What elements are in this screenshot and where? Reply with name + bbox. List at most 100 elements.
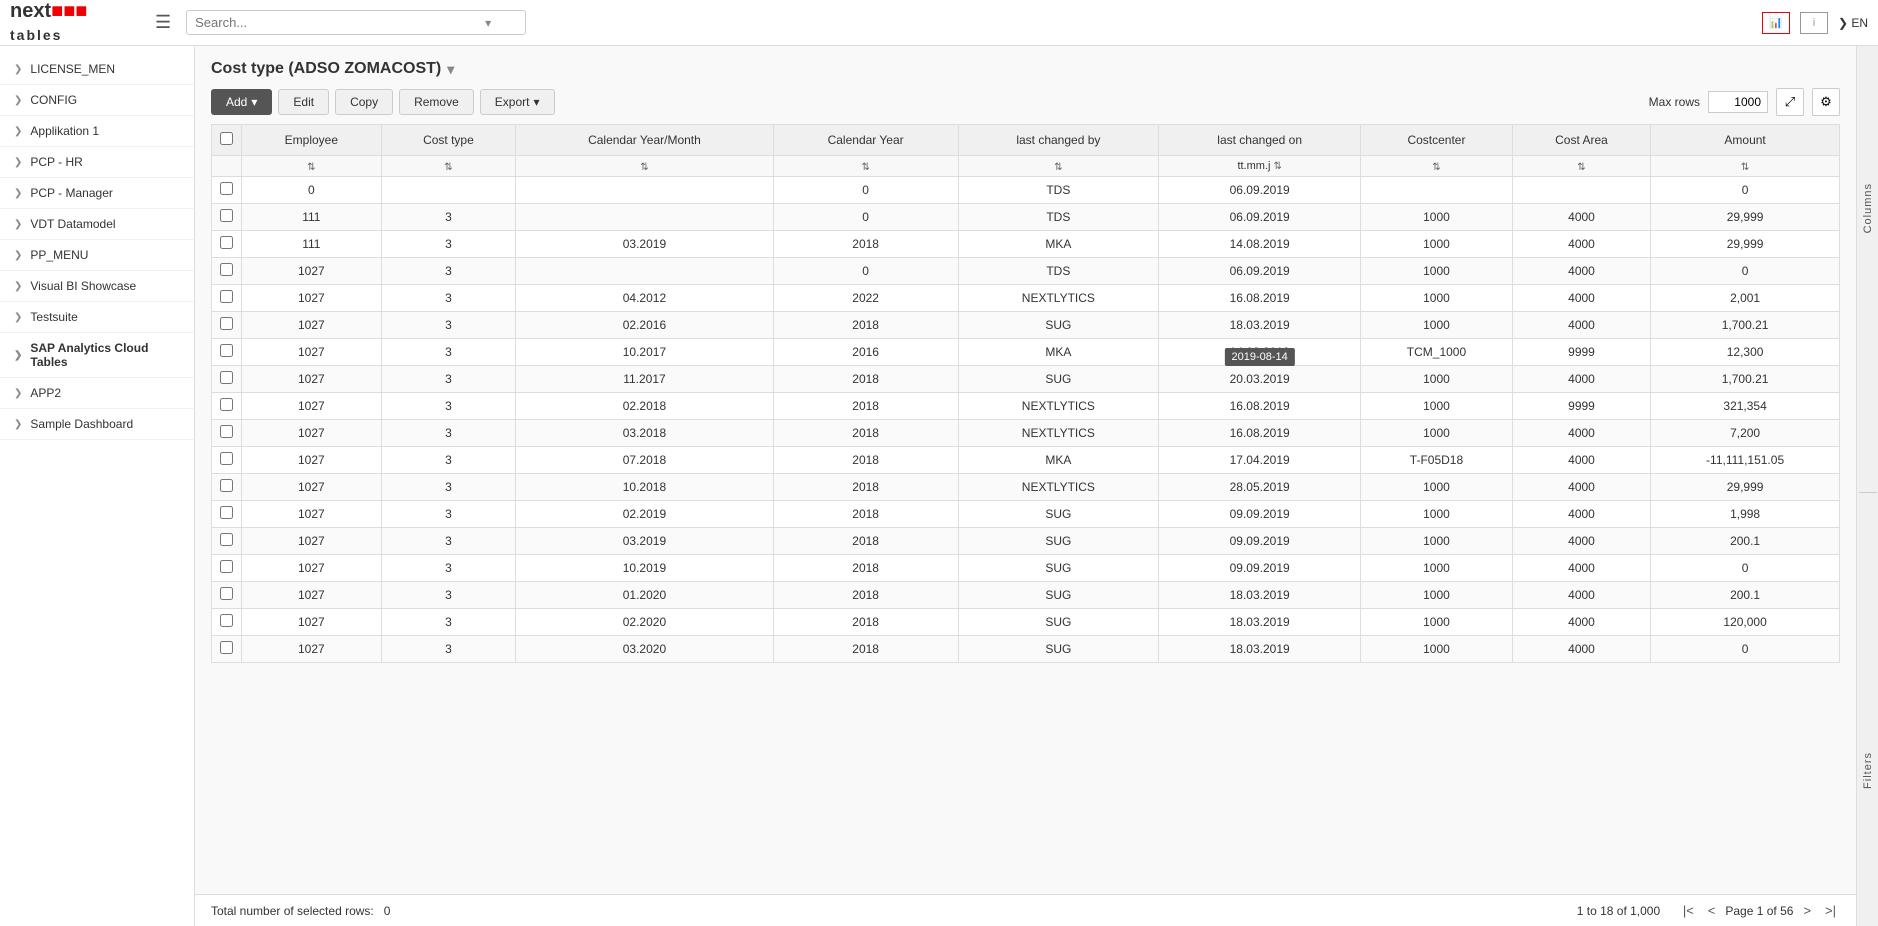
search-input[interactable] [195, 15, 485, 30]
cell-cost-area: 4000 [1512, 420, 1650, 447]
sidebar-item-pcp-manager[interactable]: ❯PCP - Manager [0, 178, 194, 209]
row-checkbox[interactable] [220, 641, 233, 654]
cell-last-changed-by: MKA [958, 339, 1159, 366]
sidebar-item-config[interactable]: ❯CONFIG [0, 85, 194, 116]
next-page-button[interactable]: > [1799, 901, 1815, 920]
cell-cal-year: 2018 [773, 501, 958, 528]
table-row: 1027 3 02.2016 2018 SUG 18.03.2019 1000 … [212, 312, 1840, 339]
row-checkbox-cell [212, 312, 242, 339]
cell-cal-year-month: 03.2019 [516, 528, 774, 555]
row-checkbox-cell [212, 285, 242, 312]
search-chevron-icon[interactable]: ▾ [485, 16, 491, 30]
cell-cost-type: 3 [381, 258, 515, 285]
cell-cal-year: 2018 [773, 528, 958, 555]
title-dropdown-icon[interactable]: ▾ [447, 61, 454, 78]
remove-button[interactable]: Remove [399, 89, 474, 115]
arrow-icon: ❯ [14, 64, 22, 75]
row-checkbox[interactable] [220, 317, 233, 330]
sidebar-item-visual-showcase[interactable]: ❯Visual BI Showcase [0, 271, 194, 302]
sidebar-item-pp-menu[interactable]: ❯PP_MENU [0, 240, 194, 271]
cell-costcenter: 1000 [1361, 231, 1513, 258]
cell-employee: 1027 [242, 609, 382, 636]
logo-text: next■■■ tables [10, 0, 87, 46]
select-all-checkbox[interactable] [220, 132, 233, 145]
row-checkbox[interactable] [220, 533, 233, 546]
row-checkbox-cell [212, 258, 242, 285]
add-button[interactable]: Add ▾ [211, 89, 272, 115]
cell-amount: 29,999 [1651, 474, 1840, 501]
filter-employee[interactable]: ⇅ [242, 156, 382, 177]
cell-last-changed-on: 20.03.2019 2019-08-14 [1159, 366, 1361, 393]
filter-cal-year-month[interactable]: ⇅ [516, 156, 774, 177]
info-icon[interactable]: i [1800, 12, 1828, 34]
cell-last-changed-on: 09.09.2019 [1159, 528, 1361, 555]
export-button[interactable]: Export ▾ [480, 89, 555, 115]
table-header: Cost type (ADSO ZOMACOST) ▾ Add ▾ Edit C… [195, 46, 1856, 124]
row-checkbox[interactable] [220, 614, 233, 627]
table-row: 1027 3 02.2019 2018 SUG 09.09.2019 1000 … [212, 501, 1840, 528]
cell-last-changed-on: 18.03.2019 [1159, 636, 1361, 663]
cell-cal-year: 0 [773, 204, 958, 231]
filter-cost-area[interactable]: ⇅ [1512, 156, 1650, 177]
filter-last-changed-by[interactable]: ⇅ [958, 156, 1159, 177]
prev-page-button[interactable]: < [1704, 901, 1720, 920]
last-page-button[interactable]: >| [1821, 901, 1840, 920]
sidebar-item-pcp-hr[interactable]: ❯PCP - HR [0, 147, 194, 178]
cell-last-changed-by: TDS [958, 177, 1159, 204]
filter-amount[interactable]: ⇅ [1651, 156, 1840, 177]
filters-panel-label[interactable]: Filters [1862, 752, 1874, 789]
filter-last-changed-on[interactable]: tt.mm.j ⇅ [1159, 156, 1361, 177]
row-checkbox[interactable] [220, 263, 233, 276]
filter-cost-type[interactable]: ⇅ [381, 156, 515, 177]
row-checkbox[interactable] [220, 398, 233, 411]
max-rows-input[interactable] [1708, 91, 1768, 113]
sidebar-item-app2[interactable]: ❯APP2 [0, 378, 194, 409]
row-checkbox[interactable] [220, 182, 233, 195]
row-checkbox-cell [212, 501, 242, 528]
copy-button[interactable]: Copy [335, 89, 393, 115]
row-checkbox[interactable] [220, 209, 233, 222]
arrow-icon: ❯ [14, 281, 22, 292]
row-checkbox[interactable] [220, 371, 233, 384]
filter-cal-year[interactable]: ⇅ [773, 156, 958, 177]
row-checkbox[interactable] [220, 506, 233, 519]
sidebar-item-sap-analytics[interactable]: ❯SAP Analytics Cloud Tables [0, 333, 194, 378]
cell-amount: 1,700.21 [1651, 366, 1840, 393]
settings-button[interactable]: ⚙ [1812, 88, 1840, 116]
sidebar-item-testsuite[interactable]: ❯Testsuite [0, 302, 194, 333]
first-page-button[interactable]: |< [1679, 901, 1698, 920]
row-checkbox-cell [212, 393, 242, 420]
row-checkbox[interactable] [220, 236, 233, 249]
columns-panel-label[interactable]: Columns [1862, 183, 1874, 233]
language-button[interactable]: ❯ EN [1838, 16, 1868, 30]
arrow-icon: ❯ [14, 219, 22, 230]
sidebar: ❯LICENSE_MEN❯CONFIG❯Applikation 1❯PCP - … [0, 46, 195, 926]
col-header-cal-year: Calendar Year [773, 125, 958, 156]
cell-amount: 7,200 [1651, 420, 1840, 447]
chart-icon[interactable]: 📊 [1762, 12, 1790, 34]
sidebar-item-vdt-datamodel[interactable]: ❯VDT Datamodel [0, 209, 194, 240]
fullscreen-button[interactable]: ⤢ [1776, 88, 1804, 116]
sidebar-item-applikation-1[interactable]: ❯Applikation 1 [0, 116, 194, 147]
row-checkbox[interactable] [220, 344, 233, 357]
filter-costcenter[interactable]: ⇅ [1361, 156, 1513, 177]
row-checkbox[interactable] [220, 425, 233, 438]
cell-amount: 120,000 [1651, 609, 1840, 636]
cell-last-changed-on: 14.08.2019 [1159, 339, 1361, 366]
cell-cost-area: 4000 [1512, 285, 1650, 312]
cell-last-changed-by: SUG [958, 366, 1159, 393]
hamburger-icon[interactable]: ☰ [150, 7, 176, 38]
row-checkbox[interactable] [220, 479, 233, 492]
row-checkbox[interactable] [220, 587, 233, 600]
cell-employee: 1027 [242, 636, 382, 663]
row-checkbox[interactable] [220, 560, 233, 573]
cell-costcenter: 1000 [1361, 312, 1513, 339]
sidebar-item-license-men[interactable]: ❯LICENSE_MEN [0, 54, 194, 85]
edit-button[interactable]: Edit [278, 89, 329, 115]
table-row: 1027 3 03.2020 2018 SUG 18.03.2019 1000 … [212, 636, 1840, 663]
row-checkbox[interactable] [220, 290, 233, 303]
content-area: Cost type (ADSO ZOMACOST) ▾ Add ▾ Edit C… [195, 46, 1856, 926]
selected-rows-label: Total number of selected rows: [211, 904, 374, 918]
sidebar-item-sample-dashboard[interactable]: ❯Sample Dashboard [0, 409, 194, 440]
row-checkbox[interactable] [220, 452, 233, 465]
